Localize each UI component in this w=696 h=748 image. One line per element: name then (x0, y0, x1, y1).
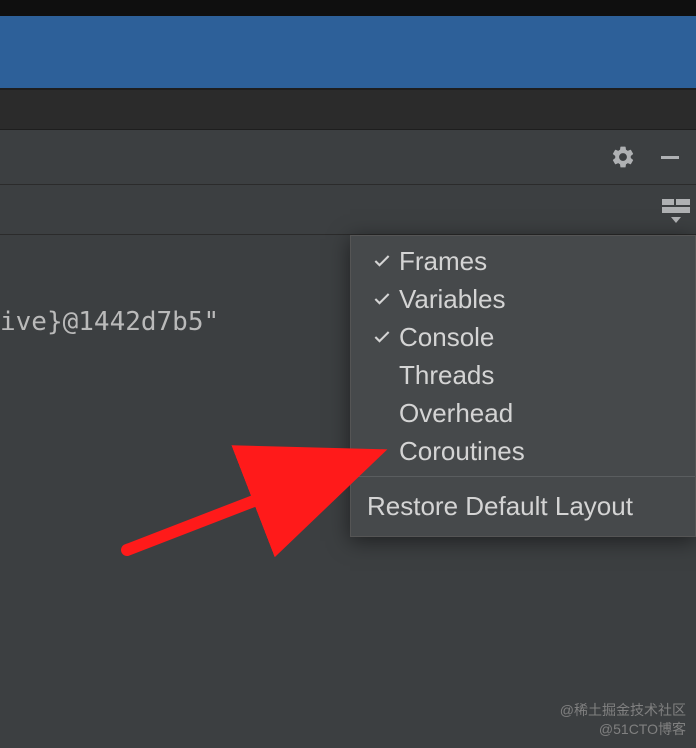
menu-item-label: Console (399, 322, 494, 353)
check-icon (365, 289, 399, 309)
menu-item-label: Restore Default Layout (367, 491, 633, 522)
minimize-icon[interactable] (658, 145, 682, 169)
menu-item-variables[interactable]: Variables (351, 280, 695, 318)
menu-item-overhead[interactable]: Overhead (351, 394, 695, 432)
gear-icon[interactable] (610, 144, 636, 170)
window-top-border (0, 0, 696, 16)
menu-item-label: Overhead (399, 398, 513, 429)
menu-separator (351, 476, 695, 477)
menu-item-coroutines[interactable]: Coroutines (351, 432, 695, 470)
watermark-text: @稀土掘金技术社区 @51CTO博客 (560, 701, 686, 740)
menu-item-restore-layout[interactable]: Restore Default Layout (351, 483, 695, 536)
check-icon (365, 251, 399, 271)
menu-item-console[interactable]: Console (351, 318, 695, 356)
title-bar (0, 16, 696, 88)
menu-item-frames[interactable]: Frames (351, 236, 695, 280)
watermark-line: @51CTO博客 (560, 720, 686, 740)
layout-settings-icon[interactable] (662, 196, 690, 223)
debug-panel: ive}@1442d7b5" Frames Variables Console … (0, 235, 696, 748)
panel-toolbar (0, 185, 696, 235)
menu-item-label: Variables (399, 284, 505, 315)
menu-item-label: Frames (399, 246, 487, 277)
separator-strip (0, 88, 696, 130)
variable-value-text: ive}@1442d7b5" (0, 307, 219, 337)
watermark-line: @稀土掘金技术社区 (560, 701, 686, 721)
check-icon (365, 327, 399, 347)
layout-context-menu: Frames Variables Console Threads Overhea… (350, 235, 696, 537)
menu-item-label: Coroutines (399, 436, 525, 467)
menu-item-label: Threads (399, 360, 494, 391)
debug-toolbar (0, 130, 696, 185)
menu-item-threads[interactable]: Threads (351, 356, 695, 394)
